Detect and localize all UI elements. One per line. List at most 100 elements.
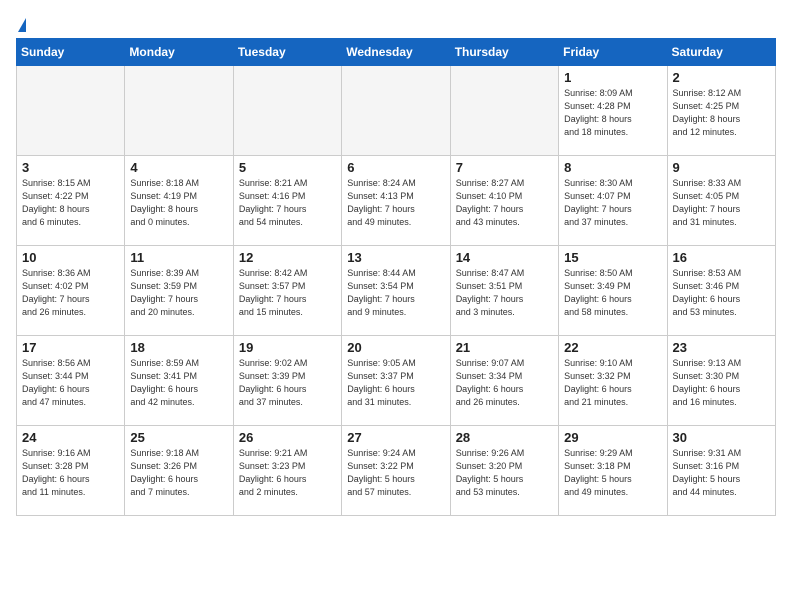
calendar-cell-16: 12 Sunrise: 8:42 AM Sunset: 3:57 PM Dayli…: [233, 246, 341, 336]
calendar-cell-20: 16 Sunrise: 8:53 AM Sunset: 3:46 PM Dayli…: [667, 246, 775, 336]
calendar-cell-10: 6 Sunrise: 8:24 AM Sunset: 4:13 PM Daylig…: [342, 156, 450, 246]
calendar-cell-25: 21 Sunrise: 9:07 AM Sunset: 3:34 PM Dayli…: [450, 336, 558, 426]
day-info: Sunrise: 9:18 AM Sunset: 3:26 PM Dayligh…: [130, 447, 227, 499]
day-info: Sunrise: 8:59 AM Sunset: 3:41 PM Dayligh…: [130, 357, 227, 409]
day-info: Sunrise: 8:18 AM Sunset: 4:19 PM Dayligh…: [130, 177, 227, 229]
day-info: Sunrise: 8:15 AM Sunset: 4:22 PM Dayligh…: [22, 177, 119, 229]
day-info: Sunrise: 8:30 AM Sunset: 4:07 PM Dayligh…: [564, 177, 661, 229]
weekday-header-tuesday: Tuesday: [233, 39, 341, 66]
calendar-cell-15: 11Sunrise: 8:39 AM Sunset: 3:59 PM Dayli…: [125, 246, 233, 336]
day-info: Sunrise: 8:09 AM Sunset: 4:28 PM Dayligh…: [564, 87, 661, 139]
day-info: Sunrise: 9:10 AM Sunset: 3:32 PM Dayligh…: [564, 357, 661, 409]
calendar-week-row-2: 3 Sunrise: 8:15 AM Sunset: 4:22 PM Daylig…: [17, 156, 776, 246]
calendar-cell-14: 10 Sunrise: 8:36 AM Sunset: 4:02 PM Dayli…: [17, 246, 125, 336]
calendar-week-row-1: 1 Sunrise: 8:09 AM Sunset: 4:28 PM Daylig…: [17, 66, 776, 156]
calendar-week-row-4: 17 Sunrise: 8:56 AM Sunset: 3:44 PM Dayli…: [17, 336, 776, 426]
day-info: Sunrise: 9:26 AM Sunset: 3:20 PM Dayligh…: [456, 447, 553, 499]
calendar-cell-23: 19Sunrise: 9:02 AM Sunset: 3:39 PM Dayli…: [233, 336, 341, 426]
logo: [16, 16, 26, 30]
day-number: 17: [22, 340, 119, 355]
day-info: Sunrise: 8:36 AM Sunset: 4:02 PM Dayligh…: [22, 267, 119, 319]
calendar-cell-17: 13 Sunrise: 8:44 AM Sunset: 3:54 PM Dayli…: [342, 246, 450, 336]
day-number: 2: [673, 70, 770, 85]
weekday-header-wednesday: Wednesday: [342, 39, 450, 66]
day-number: 1: [564, 70, 661, 85]
day-number: 15: [564, 250, 661, 265]
calendar-cell-6: 2 Sunrise: 8:12 AM Sunset: 4:25 PM Daylig…: [667, 66, 775, 156]
day-number: 13: [347, 250, 444, 265]
day-number: 30: [673, 430, 770, 445]
calendar-cell-30: 26 Sunrise: 9:21 AM Sunset: 3:23 PM Dayli…: [233, 426, 341, 516]
day-number: 12: [239, 250, 336, 265]
day-info: Sunrise: 8:24 AM Sunset: 4:13 PM Dayligh…: [347, 177, 444, 229]
calendar-cell-2: [233, 66, 341, 156]
day-number: 24: [22, 430, 119, 445]
day-number: 29: [564, 430, 661, 445]
day-number: 4: [130, 160, 227, 175]
day-number: 19: [239, 340, 336, 355]
day-info: Sunrise: 8:50 AM Sunset: 3:49 PM Dayligh…: [564, 267, 661, 319]
day-number: 23: [673, 340, 770, 355]
day-number: 10: [22, 250, 119, 265]
calendar-cell-8: 4 Sunrise: 8:18 AM Sunset: 4:19 PM Daylig…: [125, 156, 233, 246]
weekday-header-friday: Friday: [559, 39, 667, 66]
day-info: Sunrise: 9:21 AM Sunset: 3:23 PM Dayligh…: [239, 447, 336, 499]
day-info: Sunrise: 9:16 AM Sunset: 3:28 PM Dayligh…: [22, 447, 119, 499]
calendar-cell-32: 28 Sunrise: 9:26 AM Sunset: 3:20 PM Dayli…: [450, 426, 558, 516]
day-info: Sunrise: 8:12 AM Sunset: 4:25 PM Dayligh…: [673, 87, 770, 139]
day-info: Sunrise: 8:53 AM Sunset: 3:46 PM Dayligh…: [673, 267, 770, 319]
weekday-header-monday: Monday: [125, 39, 233, 66]
day-number: 22: [564, 340, 661, 355]
day-number: 16: [673, 250, 770, 265]
day-number: 28: [456, 430, 553, 445]
calendar-cell-7: 3 Sunrise: 8:15 AM Sunset: 4:22 PM Daylig…: [17, 156, 125, 246]
calendar-cell-24: 20 Sunrise: 9:05 AM Sunset: 3:37 PM Dayli…: [342, 336, 450, 426]
calendar-cell-18: 14 Sunrise: 8:47 AM Sunset: 3:51 PM Dayli…: [450, 246, 558, 336]
weekday-header-sunday: Sunday: [17, 39, 125, 66]
day-info: Sunrise: 8:42 AM Sunset: 3:57 PM Dayligh…: [239, 267, 336, 319]
day-info: Sunrise: 9:24 AM Sunset: 3:22 PM Dayligh…: [347, 447, 444, 499]
day-number: 8: [564, 160, 661, 175]
day-number: 5: [239, 160, 336, 175]
day-info: Sunrise: 8:44 AM Sunset: 3:54 PM Dayligh…: [347, 267, 444, 319]
day-number: 7: [456, 160, 553, 175]
day-number: 6: [347, 160, 444, 175]
day-info: Sunrise: 9:31 AM Sunset: 3:16 PM Dayligh…: [673, 447, 770, 499]
calendar-cell-5: 1 Sunrise: 8:09 AM Sunset: 4:28 PM Daylig…: [559, 66, 667, 156]
calendar-cell-3: [342, 66, 450, 156]
day-number: 21: [456, 340, 553, 355]
day-info: Sunrise: 8:47 AM Sunset: 3:51 PM Dayligh…: [456, 267, 553, 319]
day-info: Sunrise: 8:33 AM Sunset: 4:05 PM Dayligh…: [673, 177, 770, 229]
day-number: 26: [239, 430, 336, 445]
day-info: Sunrise: 9:07 AM Sunset: 3:34 PM Dayligh…: [456, 357, 553, 409]
calendar-cell-31: 27 Sunrise: 9:24 AM Sunset: 3:22 PM Dayli…: [342, 426, 450, 516]
day-info: Sunrise: 8:27 AM Sunset: 4:10 PM Dayligh…: [456, 177, 553, 229]
day-number: 11: [130, 250, 227, 265]
calendar-cell-11: 7 Sunrise: 8:27 AM Sunset: 4:10 PM Daylig…: [450, 156, 558, 246]
calendar-cell-34: 30 Sunrise: 9:31 AM Sunset: 3:16 PM Dayli…: [667, 426, 775, 516]
calendar-cell-4: [450, 66, 558, 156]
day-info: Sunrise: 9:05 AM Sunset: 3:37 PM Dayligh…: [347, 357, 444, 409]
day-info: Sunrise: 8:21 AM Sunset: 4:16 PM Dayligh…: [239, 177, 336, 229]
calendar-cell-1: [125, 66, 233, 156]
calendar-cell-0: [17, 66, 125, 156]
day-number: 20: [347, 340, 444, 355]
calendar-cell-27: 23 Sunrise: 9:13 AM Sunset: 3:30 PM Dayli…: [667, 336, 775, 426]
calendar-cell-9: 5 Sunrise: 8:21 AM Sunset: 4:16 PM Daylig…: [233, 156, 341, 246]
day-number: 27: [347, 430, 444, 445]
day-info: Sunrise: 9:13 AM Sunset: 3:30 PM Dayligh…: [673, 357, 770, 409]
weekday-header-saturday: Saturday: [667, 39, 775, 66]
day-number: 18: [130, 340, 227, 355]
day-number: 3: [22, 160, 119, 175]
calendar-cell-19: 15 Sunrise: 8:50 AM Sunset: 3:49 PM Dayli…: [559, 246, 667, 336]
weekday-header-thursday: Thursday: [450, 39, 558, 66]
weekday-header-row: SundayMondayTuesdayWednesdayThursdayFrid…: [17, 39, 776, 66]
calendar-week-row-5: 24 Sunrise: 9:16 AM Sunset: 3:28 PM Dayli…: [17, 426, 776, 516]
calendar-cell-26: 22 Sunrise: 9:10 AM Sunset: 3:32 PM Dayli…: [559, 336, 667, 426]
calendar-cell-29: 25Sunrise: 9:18 AM Sunset: 3:26 PM Dayli…: [125, 426, 233, 516]
day-info: Sunrise: 8:56 AM Sunset: 3:44 PM Dayligh…: [22, 357, 119, 409]
calendar-cell-28: 24 Sunrise: 9:16 AM Sunset: 3:28 PM Dayli…: [17, 426, 125, 516]
calendar-cell-21: 17 Sunrise: 8:56 AM Sunset: 3:44 PM Dayli…: [17, 336, 125, 426]
day-number: 14: [456, 250, 553, 265]
calendar-cell-13: 9Sunrise: 8:33 AM Sunset: 4:05 PM Daylig…: [667, 156, 775, 246]
